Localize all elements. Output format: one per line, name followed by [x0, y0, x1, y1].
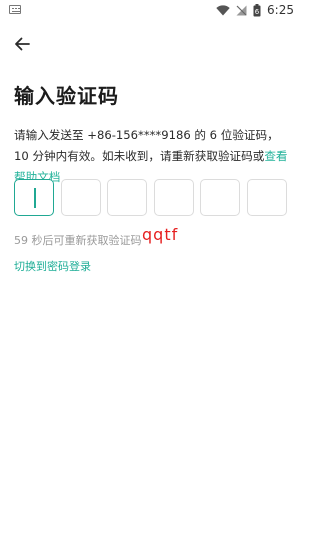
- status-time: 6:25: [267, 3, 294, 17]
- switch-to-password-login-link[interactable]: 切换到密码登录: [14, 258, 91, 274]
- text-caret: [34, 188, 36, 208]
- verification-code-input[interactable]: [14, 179, 287, 217]
- back-button[interactable]: [8, 30, 36, 58]
- code-digit-3[interactable]: [107, 179, 147, 216]
- code-digit-6[interactable]: [246, 179, 287, 216]
- code-digit-1[interactable]: [14, 179, 54, 216]
- wifi-icon: [216, 4, 230, 15]
- no-signal-icon: [236, 5, 247, 15]
- status-bar: 6 6:25: [0, 0, 300, 20]
- description-text: 请输入发送至 +86-156****9186 的 6 位验证码，10 分钟内有效…: [14, 128, 279, 163]
- arrow-left-icon: [15, 37, 30, 51]
- page-title: 输入验证码: [14, 84, 119, 108]
- battery-icon: 6: [253, 3, 261, 16]
- svg-text:6: 6: [255, 8, 260, 16]
- handwritten-annotation: qqtf: [142, 225, 179, 244]
- code-digit-5[interactable]: [200, 179, 240, 216]
- keyboard-icon: [9, 5, 21, 14]
- code-digit-2[interactable]: [60, 179, 101, 216]
- code-digit-4[interactable]: [153, 179, 194, 216]
- resend-countdown: 59 秒后可重新获取验证码: [14, 234, 142, 247]
